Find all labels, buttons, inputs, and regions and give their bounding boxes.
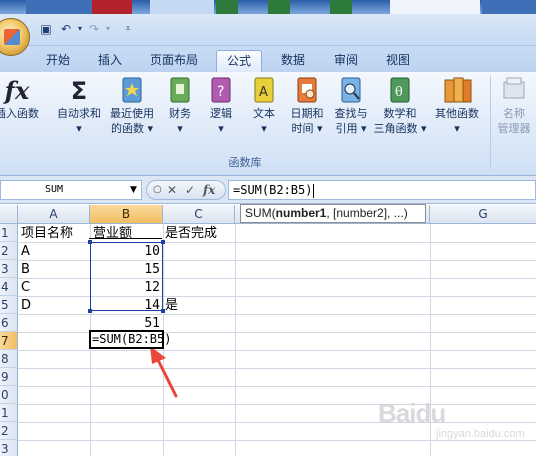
- formula-input[interactable]: =SUM(B2:B5): [228, 180, 536, 200]
- row-header-13[interactable]: 3: [0, 440, 18, 456]
- function-argument-tooltip[interactable]: SUM(number1, [number2], ...): [240, 204, 426, 223]
- header-underline: [89, 238, 162, 239]
- selection-handle[interactable]: [88, 240, 92, 244]
- enter-icon[interactable]: ✓: [185, 181, 195, 199]
- tooltip-rest-args: , [number2], ...): [326, 206, 408, 220]
- math-trig-button[interactable]: θ 数学和 三角函数 ▾: [372, 76, 428, 152]
- row-header-2[interactable]: 2: [0, 242, 18, 260]
- text-caret: [313, 183, 315, 198]
- insert-function-button[interactable]: fx 插入函数: [0, 76, 44, 152]
- lookup-book-icon: [337, 76, 365, 106]
- cell-a2[interactable]: A: [21, 243, 30, 261]
- row-header-11[interactable]: 1: [0, 404, 18, 422]
- title-strip: [0, 0, 536, 14]
- column-header-b[interactable]: B: [90, 205, 163, 224]
- cancel-icon[interactable]: ✕: [167, 181, 177, 199]
- text-book-icon: A: [250, 76, 278, 106]
- svg-text:θ: θ: [395, 85, 403, 100]
- date-book-icon: [293, 76, 321, 106]
- formula-buttons: ○ ✕ ✓ fx: [146, 180, 226, 200]
- column-header-g[interactable]: G: [430, 205, 536, 224]
- row-header-8[interactable]: 8: [0, 350, 18, 368]
- row-header-6[interactable]: 6: [0, 314, 18, 332]
- redo-dropdown-icon[interactable]: ▾: [100, 22, 116, 36]
- tooltip-current-arg: number1: [275, 206, 327, 220]
- cell-a5[interactable]: D: [21, 297, 31, 315]
- sigma-icon: Σ: [70, 77, 88, 105]
- ribbon-formulas: fx 插入函数 Σ 自动求和 ▾ 最近使用 的函数 ▾ 财务 ▾ ? 逻辑 ▾ …: [0, 72, 536, 176]
- name-box-dropdown-icon[interactable]: ▼: [130, 185, 137, 195]
- tab-page-layout[interactable]: 页面布局: [146, 50, 202, 72]
- svg-text:A: A: [259, 85, 268, 100]
- row-header-9[interactable]: 9: [0, 368, 18, 386]
- ribbon-tabs: 开始 插入 页面布局 公式 数据 审阅 视图: [0, 46, 536, 72]
- tab-data[interactable]: 数据: [275, 50, 311, 72]
- cell-b7-formula: =SUM(B2:B5): [92, 332, 172, 346]
- select-all-corner[interactable]: [0, 205, 18, 224]
- function-library-group-label: 函数库: [228, 156, 262, 169]
- row-header-7[interactable]: 7: [0, 332, 18, 350]
- cell-b1[interactable]: 营业额: [93, 225, 132, 243]
- collapse-icon[interactable]: ○: [153, 181, 162, 199]
- column-header-a[interactable]: A: [18, 205, 90, 224]
- row-header-1[interactable]: 1: [0, 224, 18, 242]
- finance-book-icon: [166, 76, 194, 106]
- text-button[interactable]: A 文本 ▾: [242, 76, 286, 152]
- lookup-reference-button[interactable]: 查找与 引用 ▾: [328, 76, 374, 152]
- formula-text: =SUM(B2:B5): [233, 183, 313, 197]
- tab-insert[interactable]: 插入: [92, 50, 128, 72]
- autosum-button[interactable]: Σ 自动求和 ▾: [52, 76, 106, 152]
- office-logo-icon: [4, 29, 20, 45]
- active-cell-b7[interactable]: =SUM(B2:B5): [89, 330, 171, 349]
- cell-a3[interactable]: B: [21, 261, 30, 279]
- baidu-watermark: Baidu jingyan.baidu.com: [378, 398, 525, 440]
- row-header-3[interactable]: 3: [0, 260, 18, 278]
- row-header-4[interactable]: 4: [0, 278, 18, 296]
- selection-handle[interactable]: [88, 309, 92, 313]
- date-time-button[interactable]: 日期和 时间 ▾: [284, 76, 330, 152]
- recent-book-icon: [118, 76, 146, 106]
- svg-text:?: ?: [217, 84, 224, 100]
- math-book-icon: θ: [386, 76, 414, 106]
- tab-formulas[interactable]: 公式: [216, 50, 262, 72]
- tooltip-function: SUM(: [245, 206, 276, 220]
- name-manager-icon: [500, 76, 528, 106]
- selection-handle[interactable]: [161, 309, 165, 313]
- more-functions-button[interactable]: 其他函数 ▾: [430, 76, 484, 152]
- column-header-c[interactable]: C: [163, 205, 235, 224]
- cell-c1[interactable]: 是否完成: [165, 225, 217, 243]
- selection-handle[interactable]: [161, 240, 165, 244]
- cell-a4[interactable]: C: [21, 279, 30, 297]
- financial-button[interactable]: 财务 ▾: [160, 76, 200, 152]
- insert-function-icon[interactable]: fx: [203, 181, 215, 199]
- logic-book-icon: ?: [207, 76, 235, 106]
- row-header-5[interactable]: 5: [0, 296, 18, 314]
- formula-bar: SUM ▼ ○ ✕ ✓ fx =SUM(B2:B5): [0, 176, 536, 204]
- row-header-10[interactable]: 0: [0, 386, 18, 404]
- customize-qat-icon[interactable]: ⩡: [120, 22, 136, 36]
- fx-icon: fx: [4, 76, 30, 105]
- cell-a1[interactable]: 项目名称: [21, 225, 73, 243]
- annotation-arrow-icon: [150, 346, 178, 398]
- more-books-icon: [443, 76, 472, 106]
- logical-button[interactable]: ? 逻辑 ▾: [200, 76, 242, 152]
- name-manager-button[interactable]: 名称 管理器: [492, 76, 536, 152]
- tab-view[interactable]: 视图: [380, 50, 416, 72]
- range-selection-b2-b5: [90, 242, 163, 311]
- tab-review[interactable]: 审阅: [328, 50, 364, 72]
- recently-used-button[interactable]: 最近使用 的函数 ▾: [106, 76, 158, 152]
- name-box[interactable]: SUM: [0, 180, 142, 200]
- row-header-12[interactable]: 2: [0, 422, 18, 440]
- cell-c5[interactable]: 是: [165, 297, 178, 315]
- save-icon[interactable]: ▣: [38, 22, 54, 36]
- tab-home[interactable]: 开始: [40, 50, 76, 72]
- ribbon-separator: [490, 76, 491, 170]
